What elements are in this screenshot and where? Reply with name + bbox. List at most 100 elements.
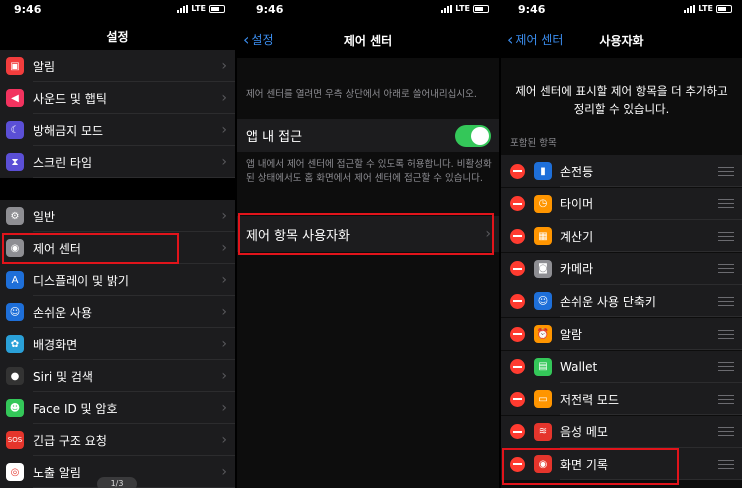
section-header: 포함된 항목 bbox=[510, 138, 557, 149]
settings-row[interactable]: ⧗ 스크린 타임 › bbox=[0, 146, 235, 178]
chevron-right-icon: › bbox=[221, 90, 227, 106]
reorder-handle-icon[interactable] bbox=[718, 362, 734, 372]
status-icons: LTE bbox=[177, 4, 225, 13]
settings-row[interactable]: ● Siri 및 검색 › bbox=[0, 360, 235, 392]
status-bar: 9:46 LTE bbox=[501, 0, 742, 20]
reorder-handle-icon[interactable] bbox=[718, 329, 734, 339]
remove-icon[interactable] bbox=[510, 163, 525, 179]
access-within-apps-row: 앱 내 접근 bbox=[237, 119, 499, 152]
settings-row[interactable]: ☺ 손쉬운 사용 › bbox=[0, 296, 235, 328]
reorder-handle-icon[interactable] bbox=[718, 166, 734, 176]
remove-icon[interactable] bbox=[510, 228, 525, 244]
chevron-right-icon: › bbox=[221, 336, 227, 352]
customize-screen: 9:46 LTE ‹ 제어 센터 사용자화 제어 센터에 표시할 제어 항목을 … bbox=[501, 0, 742, 488]
camera-icon: ◙ bbox=[534, 259, 552, 278]
page-indicator: 1/3 bbox=[97, 477, 137, 488]
control-row[interactable]: ☺ 손쉬운 사용 단축키 bbox=[501, 285, 742, 318]
chevron-right-icon: › bbox=[221, 464, 227, 480]
row-label: 손쉬운 사용 bbox=[33, 305, 93, 320]
access-note: 앱 내에서 제어 센터에 접근할 수 있도록 허용합니다. 비활성화된 상태에서… bbox=[246, 159, 492, 184]
chevron-right-icon: › bbox=[221, 272, 227, 288]
timer-icon: ◷ bbox=[534, 194, 552, 213]
control-row[interactable]: ◙ 카메라 bbox=[501, 252, 742, 285]
remove-icon[interactable] bbox=[510, 293, 525, 309]
status-bar: 9:46 LTE bbox=[237, 0, 499, 20]
reorder-handle-icon[interactable] bbox=[718, 199, 734, 209]
chevron-right-icon: › bbox=[221, 400, 227, 416]
chevron-right-icon: › bbox=[221, 154, 227, 170]
row-label: Siri 및 검색 bbox=[33, 369, 93, 384]
alarm-icon: ⏰ bbox=[534, 325, 552, 343]
settings-row[interactable]: SOS 긴급 구조 요청 › bbox=[0, 424, 235, 456]
chevron-right-icon: › bbox=[221, 58, 227, 74]
row-label: 배경화면 bbox=[33, 337, 78, 352]
battery-icon bbox=[473, 4, 489, 13]
reorder-handle-icon[interactable] bbox=[718, 427, 734, 437]
control-row[interactable]: ▭ 저전력 모드 bbox=[501, 383, 742, 416]
chevron-right-icon: › bbox=[221, 122, 227, 138]
accessibility-icon: ☺ bbox=[6, 303, 24, 321]
chevron-right-icon: › bbox=[221, 208, 227, 224]
control-row[interactable]: ◷ 타이머 bbox=[501, 187, 742, 220]
page-title: 설정 bbox=[106, 30, 129, 44]
settings-screen: 9:46 LTE 설정 ▣ 알림 › ◀ 사운드 및 햅틱 › ☾ 방해금지 모드 › ⧗ 스크린 … bbox=[0, 0, 235, 488]
settings-row[interactable]: ✿ 배경화면 › bbox=[0, 328, 235, 360]
remove-icon[interactable] bbox=[510, 261, 525, 277]
row-label: Face ID 및 암호 bbox=[33, 401, 118, 416]
chevron-right-icon: › bbox=[221, 432, 227, 448]
status-bar: 9:46 LTE bbox=[0, 0, 235, 20]
row-label: 방해금지 모드 bbox=[33, 123, 104, 138]
nav-bar: 설정 bbox=[0, 22, 235, 48]
settings-row[interactable]: A 디스플레이 및 밝기 › bbox=[0, 264, 235, 296]
siri-icon: ● bbox=[6, 367, 24, 385]
remove-icon[interactable] bbox=[510, 359, 525, 375]
settings-row[interactable]: ☻ Face ID 및 암호 › bbox=[0, 392, 235, 424]
row-label: 디스플레이 및 밝기 bbox=[33, 273, 129, 288]
notifications-icon: ▣ bbox=[6, 57, 24, 75]
control-label: 계산기 bbox=[560, 229, 594, 244]
remove-icon[interactable] bbox=[510, 424, 525, 440]
control-row[interactable]: ▦ 계산기 bbox=[501, 220, 742, 253]
remove-icon[interactable] bbox=[510, 391, 525, 407]
settings-row[interactable]: ⚙ 일반 › bbox=[0, 200, 235, 232]
settings-row[interactable]: ☾ 방해금지 모드 › bbox=[0, 114, 235, 146]
intro-text: 제어 센터를 열려면 우측 상단에서 아래로 쓸어내리십시오. bbox=[246, 89, 477, 100]
sound-icon: ◀ bbox=[6, 89, 24, 107]
calculator-icon: ▦ bbox=[534, 227, 552, 246]
gear-icon: ⚙ bbox=[6, 207, 24, 225]
wallet-icon: ▤ bbox=[534, 357, 552, 376]
control-row[interactable]: ≋ 음성 메모 bbox=[501, 415, 742, 448]
settings-row[interactable]: ◀ 사운드 및 햅틱 › bbox=[0, 82, 235, 114]
control-row[interactable]: ⏰ 알람 bbox=[501, 318, 742, 350]
control-label: 손쉬운 사용 단축키 bbox=[560, 294, 656, 309]
control-row[interactable]: ▮ 손전등 bbox=[501, 155, 742, 187]
control-row[interactable]: ▤ Wallet bbox=[501, 350, 742, 383]
reorder-handle-icon[interactable] bbox=[718, 459, 734, 469]
battery-icon bbox=[716, 4, 732, 13]
reorder-handle-icon[interactable] bbox=[718, 296, 734, 306]
access-toggle[interactable] bbox=[455, 124, 491, 147]
reorder-handle-icon[interactable] bbox=[718, 264, 734, 274]
remove-icon[interactable] bbox=[510, 196, 525, 212]
network-label: LTE bbox=[455, 4, 470, 13]
status-icons: LTE bbox=[684, 4, 732, 13]
remove-icon[interactable] bbox=[510, 326, 525, 342]
reorder-handle-icon[interactable] bbox=[718, 231, 734, 241]
chevron-right-icon: › bbox=[221, 304, 227, 320]
highlight-control-center bbox=[2, 233, 179, 264]
settings-row[interactable]: ▣ 알림 › bbox=[0, 50, 235, 82]
battery-icon: ▭ bbox=[534, 390, 552, 409]
control-label: 저전력 모드 bbox=[560, 392, 620, 407]
voice-memo-icon: ≋ bbox=[534, 422, 552, 441]
status-time: 9:46 bbox=[14, 3, 42, 16]
access-label: 앱 내 접근 bbox=[246, 130, 303, 145]
control-label: 타이머 bbox=[560, 197, 594, 212]
page-title: 제어 센터 bbox=[343, 34, 393, 48]
reorder-handle-icon[interactable] bbox=[718, 394, 734, 404]
battery-icon bbox=[209, 4, 225, 13]
face-id-icon: ☻ bbox=[6, 399, 24, 417]
network-label: LTE bbox=[698, 4, 713, 13]
page-title: 사용자화 bbox=[599, 34, 644, 48]
hourglass-icon: ⧗ bbox=[6, 153, 24, 171]
control-center-screen: 9:46 LTE ‹ 설정 제어 센터 제어 센터를 열려면 우측 상단에서 아… bbox=[237, 0, 499, 488]
